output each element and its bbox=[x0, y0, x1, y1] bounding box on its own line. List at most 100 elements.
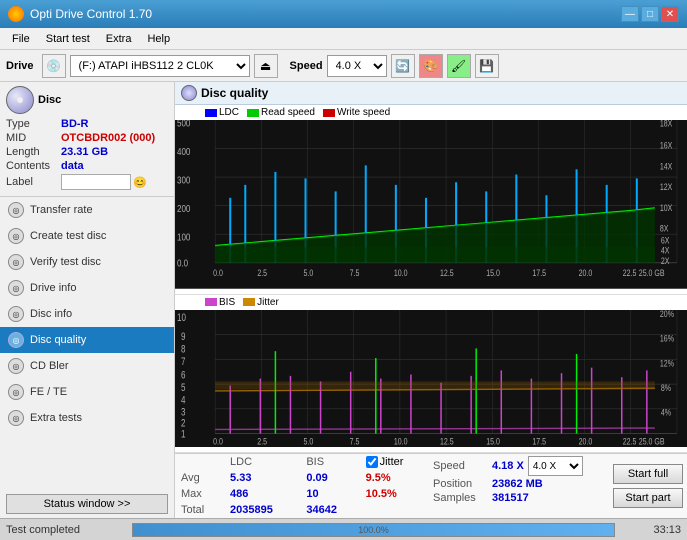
nav-label-verify-test-disc: Verify test disc bbox=[30, 256, 101, 268]
palette-icon[interactable]: 🖌 bbox=[447, 54, 471, 78]
nav-label-disc-info: Disc info bbox=[30, 308, 72, 320]
svg-text:5: 5 bbox=[181, 382, 185, 395]
svg-text:8X: 8X bbox=[660, 224, 669, 234]
position-label: Position bbox=[433, 478, 488, 490]
max-ldc: 486 bbox=[224, 486, 300, 502]
svg-text:10X: 10X bbox=[660, 203, 673, 213]
svg-text:6X: 6X bbox=[661, 235, 670, 245]
cd-bler-icon: ◎ bbox=[8, 358, 24, 374]
svg-text:17.5: 17.5 bbox=[532, 268, 546, 278]
svg-text:7: 7 bbox=[181, 356, 185, 369]
nav-item-fe-te[interactable]: ◎ FE / TE bbox=[0, 379, 174, 405]
col-header-bis: BIS bbox=[300, 454, 359, 470]
svg-text:7.5: 7.5 bbox=[350, 435, 360, 446]
color-icon[interactable]: 🎨 bbox=[419, 54, 443, 78]
sidebar-nav: ◎ Transfer rate ◎ Create test disc ◎ Ver… bbox=[0, 197, 174, 490]
speed-select[interactable]: 4.0 X 1.0 X 2.0 X 8.0 X bbox=[327, 55, 387, 77]
svg-text:4X: 4X bbox=[661, 246, 670, 256]
svg-text:20.0: 20.0 bbox=[579, 435, 593, 446]
stats-row: LDC BIS Jitter Avg 5.33 0.09 9.5% bbox=[175, 453, 687, 518]
main-container: Disc Type BD-R MID OTCBDR002 (000) Lengt… bbox=[0, 82, 687, 518]
nav-item-disc-info[interactable]: ◎ Disc info bbox=[0, 301, 174, 327]
disc-length-row: Length 23.31 GB bbox=[6, 146, 168, 158]
title-bar: Opti Drive Control 1.70 — □ ✕ bbox=[0, 0, 687, 28]
legend-ldc: LDC bbox=[205, 107, 239, 118]
progress-percentage: 100.0% bbox=[358, 525, 389, 535]
avg-jitter: 9.5% bbox=[360, 470, 429, 486]
nav-item-drive-info[interactable]: ◎ Drive info bbox=[0, 275, 174, 301]
svg-text:4%: 4% bbox=[661, 406, 672, 417]
legend-ldc-label: LDC bbox=[219, 107, 239, 118]
svg-text:0.0: 0.0 bbox=[213, 435, 223, 446]
svg-text:5.0: 5.0 bbox=[304, 268, 314, 278]
chart1-svg: 500 400 300 200 100 0.0 18X 16X 14X 12X … bbox=[175, 120, 687, 289]
speed-label: Speed bbox=[290, 60, 323, 72]
disc-mid-value: OTCBDR002 (000) bbox=[61, 132, 155, 144]
create-test-disc-icon: ◎ bbox=[8, 228, 24, 244]
disc-contents-label: Contents bbox=[6, 160, 61, 172]
verify-test-disc-icon: ◎ bbox=[8, 254, 24, 270]
svg-text:12.5: 12.5 bbox=[440, 435, 454, 446]
svg-text:22.5: 22.5 bbox=[623, 268, 637, 278]
svg-text:7.5: 7.5 bbox=[350, 268, 360, 278]
minimize-button[interactable]: — bbox=[621, 6, 639, 22]
disc-mid-row: MID OTCBDR002 (000) bbox=[6, 132, 168, 144]
menu-help[interactable]: Help bbox=[139, 31, 178, 47]
extra-tests-icon: ◎ bbox=[8, 410, 24, 426]
disc-contents-row: Contents data bbox=[6, 160, 168, 172]
svg-text:10.0: 10.0 bbox=[394, 435, 408, 446]
disc-quality-title: Disc quality bbox=[201, 86, 268, 100]
status-window-button[interactable]: Status window >> bbox=[6, 494, 168, 514]
jitter-checkbox[interactable] bbox=[366, 456, 378, 468]
svg-text:8: 8 bbox=[181, 343, 185, 356]
eject-icon[interactable]: ⏏ bbox=[254, 54, 278, 78]
drive-icon: 💿 bbox=[42, 54, 66, 78]
nav-item-verify-test-disc[interactable]: ◎ Verify test disc bbox=[0, 249, 174, 275]
svg-text:400: 400 bbox=[177, 146, 190, 157]
refresh-icon[interactable]: 🔄 bbox=[391, 54, 415, 78]
menu-start-test[interactable]: Start test bbox=[38, 31, 98, 47]
disc-type-row: Type BD-R bbox=[6, 118, 168, 130]
nav-item-cd-bler[interactable]: ◎ CD Bler bbox=[0, 353, 174, 379]
chart2-wrapper: BIS Jitter bbox=[175, 295, 687, 453]
speed-row: Speed 4.18 X 4.0 X 1.0 X 2.0 X bbox=[433, 456, 605, 476]
nav-item-transfer-rate[interactable]: ◎ Transfer rate bbox=[0, 197, 174, 223]
content-area: Disc quality LDC Read speed Wri bbox=[175, 82, 687, 518]
svg-text:20.0: 20.0 bbox=[579, 268, 593, 278]
svg-text:16%: 16% bbox=[660, 332, 674, 343]
menu-file[interactable]: File bbox=[4, 31, 38, 47]
transfer-rate-icon: ◎ bbox=[8, 202, 24, 218]
speed-stat-select[interactable]: 4.0 X 1.0 X 2.0 X bbox=[528, 456, 583, 476]
svg-text:2X: 2X bbox=[661, 256, 670, 266]
menu-extra[interactable]: Extra bbox=[98, 31, 140, 47]
sidebar: Disc Type BD-R MID OTCBDR002 (000) Lengt… bbox=[0, 82, 175, 518]
nav-item-create-test-disc[interactable]: ◎ Create test disc bbox=[0, 223, 174, 249]
status-time: 33:13 bbox=[621, 524, 681, 536]
label-smiley-icon[interactable]: 😊 bbox=[133, 176, 147, 189]
max-jitter: 10.5% bbox=[360, 486, 429, 502]
svg-text:12.5: 12.5 bbox=[440, 268, 454, 278]
nav-label-cd-bler: CD Bler bbox=[30, 360, 69, 372]
nav-item-disc-quality[interactable]: ◎ Disc quality bbox=[0, 327, 174, 353]
window-title: Opti Drive Control 1.70 bbox=[30, 7, 152, 21]
svg-text:0.0: 0.0 bbox=[177, 258, 188, 269]
drive-select[interactable]: (F:) ATAPI iHBS112 2 CL0K bbox=[70, 55, 250, 77]
save-icon[interactable]: 💾 bbox=[475, 54, 499, 78]
maximize-button[interactable]: □ bbox=[641, 6, 659, 22]
start-full-button[interactable]: Start full bbox=[613, 464, 683, 484]
drive-label: Drive bbox=[6, 60, 34, 72]
max-label: Max bbox=[175, 486, 224, 502]
nav-label-transfer-rate: Transfer rate bbox=[30, 204, 93, 216]
disc-label-input[interactable] bbox=[61, 174, 131, 190]
disc-type-label: Type bbox=[6, 118, 61, 130]
samples-label: Samples bbox=[433, 492, 488, 504]
nav-item-extra-tests[interactable]: ◎ Extra tests bbox=[0, 405, 174, 431]
svg-text:0.0: 0.0 bbox=[213, 268, 223, 278]
legend-bis-label: BIS bbox=[219, 297, 235, 308]
close-button[interactable]: ✕ bbox=[661, 6, 679, 22]
disc-header: Disc bbox=[38, 94, 61, 106]
legend-jitter-label: Jitter bbox=[257, 297, 279, 308]
disc-type-value: BD-R bbox=[61, 118, 89, 130]
toolbar: Drive 💿 (F:) ATAPI iHBS112 2 CL0K ⏏ Spee… bbox=[0, 50, 687, 82]
start-part-button[interactable]: Start part bbox=[613, 488, 683, 508]
